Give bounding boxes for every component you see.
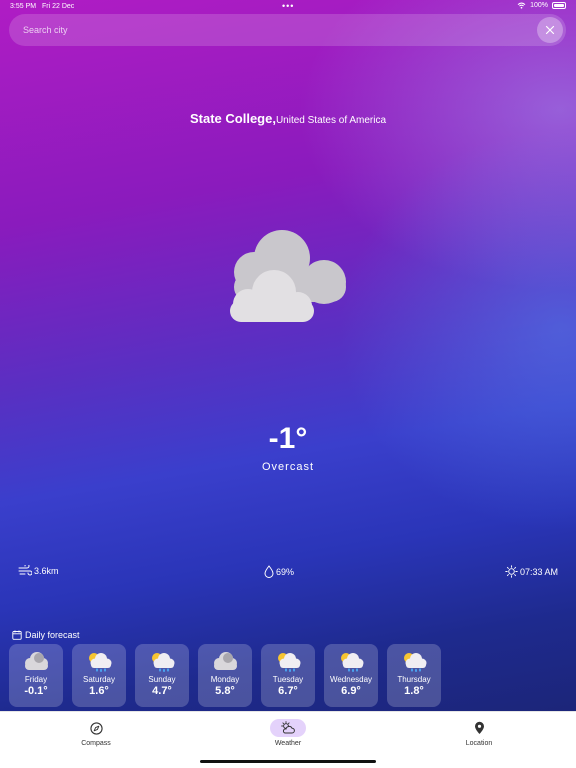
tab-weather[interactable]: Weather bbox=[243, 719, 333, 747]
status-time: 3:55 PM bbox=[10, 3, 37, 10]
status-indicators: 100% bbox=[517, 2, 566, 9]
tab-location[interactable]: Location bbox=[434, 719, 524, 747]
forecast-day-name: Sunday bbox=[148, 675, 176, 684]
forecast-day-temp: 1.8° bbox=[404, 685, 424, 697]
current-condition: Overcast bbox=[261, 461, 314, 473]
home-indicator[interactable] bbox=[200, 760, 376, 763]
wind-stat: 3.6km bbox=[18, 565, 59, 577]
wifi-icon bbox=[517, 2, 526, 9]
forecast-day-temp: 1.6° bbox=[89, 685, 109, 697]
wind-icon bbox=[18, 565, 32, 576]
sunrise-stat: 07:33 AM bbox=[505, 565, 558, 578]
status-bar: 3:55 PM Fri 22 Dec ••• 100% bbox=[0, 0, 576, 14]
forecast-day-name: Wednesday bbox=[329, 675, 373, 684]
battery-percent: 100% bbox=[530, 2, 548, 9]
close-icon bbox=[545, 25, 555, 35]
sun-cloud-rain-icon bbox=[404, 653, 427, 672]
tab-compass-label: Compass bbox=[81, 740, 111, 747]
forecast-day-temp: 6.7° bbox=[278, 685, 298, 697]
overcast-cloud-icon bbox=[230, 230, 346, 322]
forecast-day-temp: 6.9° bbox=[341, 685, 361, 697]
search-bar bbox=[9, 14, 566, 46]
current-temperature: -1° bbox=[268, 422, 308, 455]
forecast-day-card[interactable]: Sunday 4.7° bbox=[135, 644, 189, 707]
sun-cloud-rain-icon bbox=[89, 653, 112, 672]
forecast-day-card[interactable]: Friday -0.1° bbox=[9, 644, 63, 707]
tab-weather-label: Weather bbox=[274, 740, 302, 747]
wind-value: 3.6km bbox=[34, 566, 59, 576]
tab-location-label: Location bbox=[465, 740, 493, 747]
partly-cloudy-icon bbox=[281, 721, 295, 734]
humidity-value: 69% bbox=[276, 566, 295, 577]
weather-screen: 3:55 PM Fri 22 Dec ••• 100% State Colleg… bbox=[0, 0, 576, 711]
tab-location-icon-wrap bbox=[461, 719, 497, 737]
sunrise-value: 07:33 AM bbox=[519, 566, 558, 577]
cloud-icon bbox=[214, 652, 237, 670]
calendar-icon bbox=[12, 630, 22, 640]
forecast-day-name: Monday bbox=[210, 675, 240, 684]
forecast-day-temp: 4.7° bbox=[152, 685, 172, 697]
location-pin-icon bbox=[474, 721, 484, 734]
forecast-day-card[interactable]: Wednesday 6.9° bbox=[324, 644, 378, 707]
forecast-title-label: Daily forecast bbox=[25, 630, 80, 640]
forecast-day-name: Thursday bbox=[397, 675, 431, 684]
water-drop-icon bbox=[264, 565, 274, 578]
forecast-day-card[interactable]: Tuesday 6.7° bbox=[261, 644, 315, 707]
compass-icon bbox=[89, 721, 103, 735]
sun-icon bbox=[505, 565, 518, 578]
multitask-dots-icon[interactable]: ••• bbox=[282, 1, 294, 11]
sun-cloud-rain-icon bbox=[152, 653, 175, 672]
forecast-day-name: Tuesday bbox=[272, 675, 304, 684]
forecast-row: Friday -0.1° Saturday 1.6° Sunday 4.7° Monday 5… bbox=[9, 644, 441, 707]
stats-row: 3.6km 69% 07:33 AM bbox=[0, 565, 576, 583]
country-name: United States of America bbox=[275, 115, 387, 126]
forecast-day-temp: -0.1° bbox=[24, 685, 48, 697]
tab-weather-icon-wrap bbox=[270, 719, 306, 737]
forecast-day-temp: 5.8° bbox=[215, 685, 235, 697]
sun-cloud-rain-icon bbox=[278, 653, 301, 672]
forecast-title: Daily forecast bbox=[12, 630, 80, 640]
tab-compass-icon-wrap bbox=[78, 719, 114, 737]
forecast-day-card[interactable]: Thursday 1.8° bbox=[387, 644, 441, 707]
status-date: Fri 22 Dec bbox=[42, 3, 75, 10]
forecast-day-card[interactable]: Monday 5.8° bbox=[198, 644, 252, 707]
forecast-day-card[interactable]: Saturday 1.6° bbox=[72, 644, 126, 707]
tab-compass[interactable]: Compass bbox=[51, 719, 141, 747]
sun-cloud-rain-icon bbox=[341, 653, 364, 672]
location-header: State College,United States of America bbox=[0, 110, 576, 128]
battery-icon bbox=[552, 2, 566, 9]
search-input[interactable] bbox=[9, 14, 537, 46]
forecast-day-name: Saturday bbox=[82, 675, 116, 684]
humidity-stat: 69% bbox=[264, 565, 294, 578]
cloud-icon bbox=[25, 652, 48, 670]
city-name: State College, bbox=[189, 111, 276, 126]
forecast-day-name: Friday bbox=[24, 675, 48, 684]
clear-search-button[interactable] bbox=[537, 17, 563, 43]
